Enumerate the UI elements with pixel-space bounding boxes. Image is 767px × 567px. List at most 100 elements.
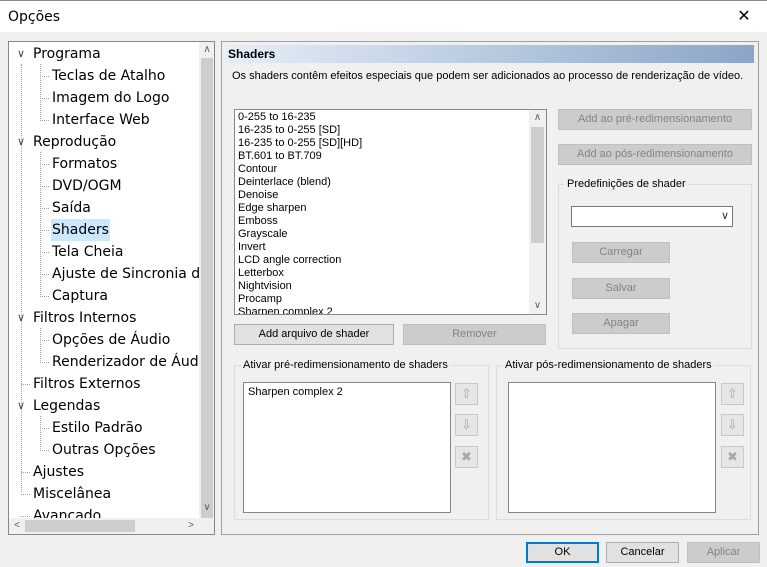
tree-item-label: Miscelânea [33,486,112,502]
save-preset-button[interactable]: Salvar [572,278,670,299]
tree-item[interactable]: Opções de Áudio [9,329,199,351]
tree-item[interactable]: Miscelânea [9,483,199,505]
move-up-icon[interactable]: ⇧ [721,383,744,405]
scroll-down-icon[interactable]: ∨ [529,298,546,314]
tree-item[interactable]: Interface Web [9,109,199,131]
tree-line [21,516,30,517]
delete-icon[interactable]: ✖ [455,446,478,468]
scroll-thumb[interactable] [25,520,135,532]
shader-list-items: 0-255 to 16-235 16-235 to 0-255 [SD] 16-23… [238,111,528,314]
list-item[interactable]: BT.601 to BT.709 [238,150,528,163]
tree-item-label: Filtros Externos [33,376,141,392]
tree-item-label: Legendas [33,398,101,414]
shader-list-scrollbar[interactable]: ∧ ∨ [529,110,546,314]
tree-item[interactable]: Renderizador de Áudio [9,351,199,373]
window-title: Opções [8,9,61,25]
options-tree[interactable]: ∨ Programa Teclas de Atalho Imagem do Logo I… [8,41,215,535]
close-icon[interactable]: ✕ [721,1,767,32]
tree-line [40,274,49,275]
delete-preset-button[interactable]: Apagar [572,313,670,334]
pre-resize-label: Ativar pré-redimensionamento de shaders [241,359,450,372]
remove-button[interactable]: Remover [403,324,546,345]
expand-chevron-icon[interactable]: ∨ [15,307,27,329]
tree-item[interactable]: ∨ Programa [9,43,199,65]
list-item[interactable]: Grayscale [238,228,528,241]
tree-line [40,340,49,341]
list-item[interactable]: 16-235 to 0-255 [SD] [238,124,528,137]
tree-item[interactable]: Imagem do Logo [9,87,199,109]
move-up-icon[interactable]: ⇧ [455,383,478,405]
delete-icon[interactable]: ✖ [721,446,744,468]
tree-item-label: Saída [52,200,91,216]
tree-item-label: Filtros Internos [33,310,137,326]
page-title: Shaders [226,45,754,63]
expand-chevron-icon[interactable]: ∨ [15,395,27,417]
tree-item[interactable]: Captura [9,285,199,307]
tree-item[interactable]: Ajustes [9,461,199,483]
list-item[interactable]: Emboss [238,215,528,228]
list-item[interactable]: Denoise [238,189,528,202]
tree-item-label: Opções de Áudio [52,332,171,348]
move-down-icon[interactable]: ⇩ [455,414,478,436]
ok-button[interactable]: OK [526,542,599,563]
add-post-resize-button[interactable]: Add ao pós-redimensionamento [558,144,752,165]
list-item[interactable]: Procamp [238,293,528,306]
tree-item[interactable]: Ajuste de Sincronia do [9,263,199,285]
pre-resize-group: Ativar pré-redimensionamento de shaders … [234,359,489,520]
add-pre-resize-button[interactable]: Add ao pré-redimensionamento [558,109,752,130]
tree-item-label: Reprodução [33,134,117,150]
tree-item[interactable]: Tela Cheia [9,241,199,263]
tree-line [40,164,49,165]
tree-line [40,230,49,231]
list-item[interactable]: 16-235 to 0-255 [SD][HD] [238,137,528,150]
load-preset-button[interactable]: Carregar [572,242,670,263]
scroll-right-icon[interactable]: > [183,518,199,534]
tree-item[interactable]: Shaders [9,219,199,241]
pre-resize-list[interactable]: Sharpen complex 2 [243,382,451,513]
tree-item[interactable]: ∨ Reprodução [9,131,199,153]
scroll-up-icon[interactable]: ∧ [199,42,214,58]
scroll-up-icon[interactable]: ∧ [529,110,546,126]
expand-chevron-icon[interactable]: ∨ [15,131,27,153]
tree-item[interactable]: Formatos [9,153,199,175]
tree-vertical-scrollbar[interactable]: ∧ ∨ [199,42,214,520]
tree-item[interactable]: Filtros Externos [9,373,199,395]
tree-item[interactable]: Outras Opções [9,439,199,461]
tree-horizontal-scrollbar[interactable]: < > [9,518,199,534]
tree-line [21,384,30,385]
tree-line [40,120,49,121]
list-item[interactable]: Nightvision [238,280,528,293]
tree-item[interactable]: Avançado [9,505,199,518]
list-item[interactable]: LCD angle correction [238,254,528,267]
add-shader-file-button[interactable]: Add arquivo de shader [234,324,394,345]
scroll-left-icon[interactable]: < [9,518,25,534]
list-item[interactable]: Deinterlace (blend) [238,176,528,189]
scroll-down-icon[interactable]: ∨ [199,500,214,516]
tree-item[interactable]: Estilo Padrão [9,417,199,439]
list-item[interactable]: Edge sharpen [238,202,528,215]
tree-item[interactable]: ∨ Legendas [9,395,199,417]
tree-item[interactable]: Saída [9,197,199,219]
list-item[interactable]: 0-255 to 16-235 [238,111,528,124]
list-item[interactable]: Contour [238,163,528,176]
shader-list[interactable]: 0-255 to 16-235 16-235 to 0-255 [SD] 16-23… [234,109,547,315]
list-item[interactable]: Sharpen complex 2 [238,306,528,314]
list-item[interactable]: Letterbox [238,267,528,280]
tree-line [40,76,49,77]
list-item[interactable]: Sharpen complex 2 [248,386,343,398]
post-resize-list[interactable] [508,382,716,513]
list-item[interactable]: Invert [238,241,528,254]
expand-chevron-icon[interactable]: ∨ [15,43,27,65]
tree-item-label: Imagem do Logo [52,90,170,106]
tree-item[interactable]: ∨ Filtros Internos [9,307,199,329]
page-description: Os shaders contêm efeitos especiais que … [232,70,744,82]
apply-button[interactable]: Aplicar [687,542,760,563]
scroll-thumb[interactable] [531,127,544,243]
scroll-thumb[interactable] [201,58,213,520]
tree-item[interactable]: DVD/OGM [9,175,199,197]
shader-preset-select[interactable]: ∨ [571,206,733,227]
move-down-icon[interactable]: ⇩ [721,414,744,436]
cancel-button[interactable]: Cancelar [606,542,679,563]
tree-item[interactable]: Teclas de Atalho [9,65,199,87]
tree-line [40,362,49,363]
